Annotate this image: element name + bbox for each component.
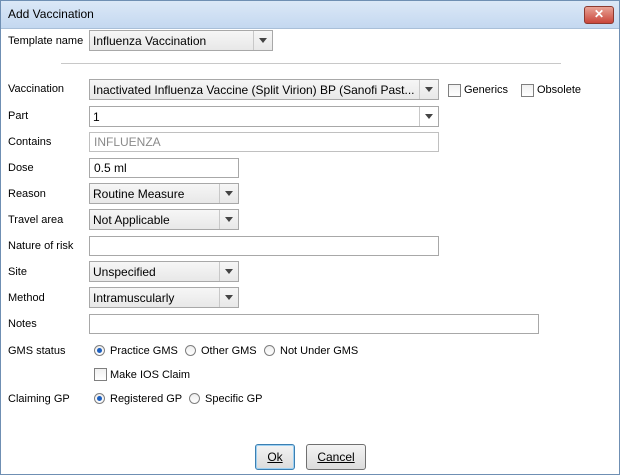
practice-gms-label: Practice GMS bbox=[110, 345, 178, 357]
chevron-down-icon[interactable] bbox=[219, 210, 238, 229]
dialog-body: Template name Influenza Vaccination Vacc… bbox=[1, 29, 619, 474]
other-gms-label: Other GMS bbox=[201, 345, 257, 357]
chevron-down-icon[interactable] bbox=[219, 288, 238, 307]
chevron-down-icon[interactable] bbox=[219, 184, 238, 203]
generics-label: Generics bbox=[464, 84, 509, 96]
registered-gp-label: Registered GP bbox=[110, 393, 183, 405]
gms-status-label: GMS status bbox=[8, 345, 66, 357]
method-select[interactable]: Intramuscularly bbox=[89, 287, 239, 308]
template-name-value: Influenza Vaccination bbox=[93, 34, 207, 48]
make-ios-claim-checkbox[interactable] bbox=[94, 368, 107, 381]
generics-checkbox[interactable] bbox=[448, 84, 461, 97]
dose-field[interactable]: 0.5 ml bbox=[89, 158, 239, 178]
nature-of-risk-label: Nature of risk bbox=[8, 240, 74, 252]
notes-field[interactable] bbox=[89, 314, 539, 334]
chevron-down-icon[interactable] bbox=[219, 262, 238, 281]
ok-button-label: Ok bbox=[267, 450, 283, 464]
contains-label: Contains bbox=[8, 136, 52, 148]
chevron-down-icon[interactable] bbox=[253, 31, 272, 50]
practice-gms-radio[interactable] bbox=[94, 345, 105, 356]
travel-area-value: Not Applicable bbox=[93, 213, 170, 227]
method-value: Intramuscularly bbox=[93, 291, 175, 305]
reason-select[interactable]: Routine Measure bbox=[89, 183, 239, 204]
vaccination-select[interactable]: Inactivated Influenza Vaccine (Split Vir… bbox=[89, 79, 439, 100]
window-title: Add Vaccination bbox=[8, 7, 94, 21]
obsolete-checkbox[interactable] bbox=[521, 84, 534, 97]
reason-value: Routine Measure bbox=[93, 187, 185, 201]
template-name-select[interactable]: Influenza Vaccination bbox=[89, 30, 273, 51]
vaccination-value: Inactivated Influenza Vaccine (Split Vir… bbox=[93, 83, 415, 97]
part-select[interactable]: 1 bbox=[89, 106, 439, 127]
not-under-gms-radio[interactable] bbox=[264, 345, 275, 356]
part-label: Part bbox=[8, 110, 29, 122]
ok-button[interactable]: Ok bbox=[255, 444, 295, 470]
reason-label: Reason bbox=[8, 188, 46, 200]
registered-gp-radio[interactable] bbox=[94, 393, 105, 404]
vaccination-label: Vaccination bbox=[8, 83, 65, 95]
divider bbox=[61, 63, 561, 64]
chevron-down-icon[interactable] bbox=[419, 80, 438, 99]
specific-gp-radio[interactable] bbox=[189, 393, 200, 404]
cancel-button-label: Cancel bbox=[317, 450, 355, 464]
other-gms-radio[interactable] bbox=[185, 345, 196, 356]
site-value: Unspecified bbox=[93, 265, 156, 279]
travel-area-label: Travel area bbox=[8, 214, 64, 226]
cancel-button[interactable]: Cancel bbox=[306, 444, 366, 470]
chevron-down-icon[interactable] bbox=[419, 107, 438, 126]
close-icon: ✕ bbox=[593, 7, 605, 21]
travel-area-select[interactable]: Not Applicable bbox=[89, 209, 239, 230]
title-bar[interactable]: Add Vaccination ✕ bbox=[1, 1, 619, 29]
not-under-gms-label: Not Under GMS bbox=[280, 345, 359, 357]
dose-label: Dose bbox=[8, 162, 34, 174]
make-ios-claim-label: Make IOS Claim bbox=[110, 369, 191, 381]
method-label: Method bbox=[8, 292, 45, 304]
close-button[interactable]: ✕ bbox=[584, 6, 614, 24]
contains-field: INFLUENZA bbox=[89, 132, 439, 152]
claiming-gp-label: Claiming GP bbox=[8, 393, 70, 405]
nature-of-risk-field[interactable] bbox=[89, 236, 439, 256]
specific-gp-label: Specific GP bbox=[205, 393, 263, 405]
add-vaccination-dialog: Add Vaccination ✕ Template name Influenz… bbox=[0, 0, 620, 475]
site-select[interactable]: Unspecified bbox=[89, 261, 239, 282]
site-label: Site bbox=[8, 266, 27, 278]
part-value: 1 bbox=[93, 110, 100, 124]
notes-label: Notes bbox=[8, 318, 37, 330]
obsolete-label: Obsolete bbox=[537, 84, 582, 96]
template-name-label: Template name bbox=[8, 35, 84, 47]
